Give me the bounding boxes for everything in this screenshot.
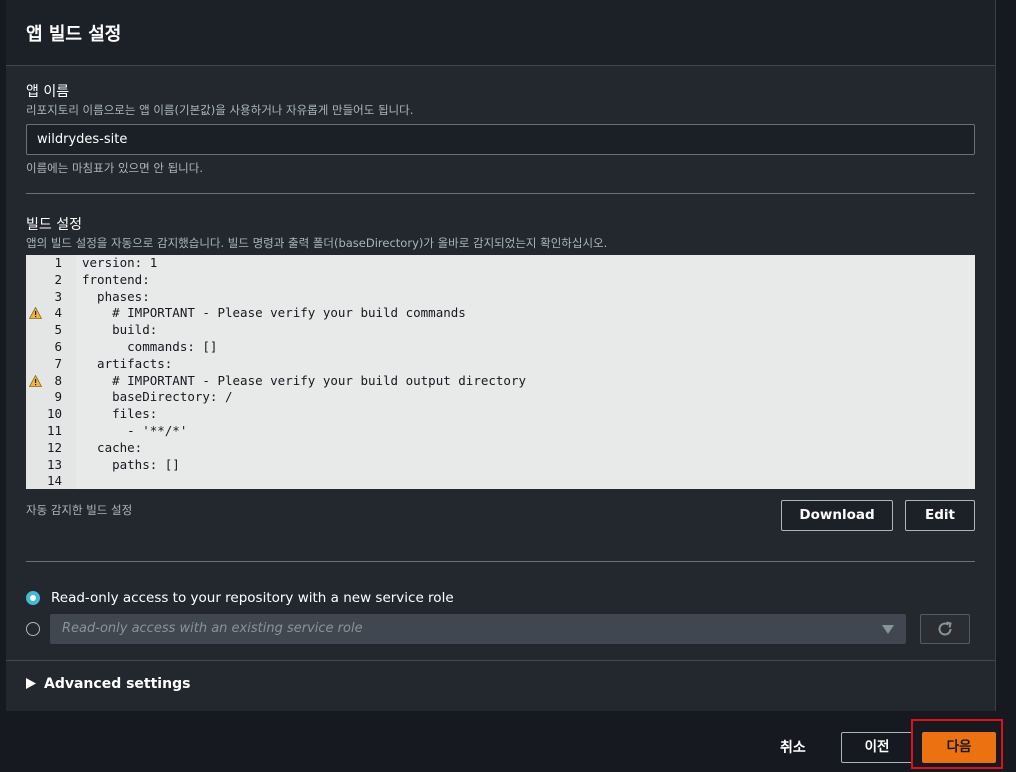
build-settings-panel: 앱 빌드 설정 앱 이름 리포지토리 이름으로는 앱 이름(기본값)을 사용하거…: [6, 0, 996, 711]
line-number: 7: [54, 355, 62, 371]
code-line: 5 build:: [26, 322, 975, 339]
code-text: artifacts:: [82, 355, 173, 371]
cancel-button[interactable]: 취소: [780, 737, 806, 757]
line-number: 2: [54, 271, 62, 287]
divider: [6, 660, 995, 661]
download-button[interactable]: Download: [781, 500, 893, 531]
line-number: 5: [54, 322, 62, 338]
app-name-input[interactable]: [26, 124, 975, 155]
page-title: 앱 빌드 설정: [26, 24, 122, 45]
divider: [26, 561, 975, 562]
build-settings-description: 앱의 빌드 설정을 자동으로 감지했습니다. 빌드 명령과 출력 폴더(base…: [26, 236, 608, 250]
select-placeholder: Read-only access with an existing servic…: [62, 621, 363, 636]
line-number: 11: [46, 423, 62, 438]
build-spec-editor[interactable]: 1 version: 1 2 frontend: 3 phases: 4 # IMPORT…: [26, 255, 975, 489]
code-text: version: 1: [82, 255, 158, 270]
code-line: 6 commands: []: [26, 339, 975, 356]
code-line: 14: [26, 473, 975, 489]
build-settings-heading: 빌드 설정 앱의 빌드 설정을 자동으로 감지했습니다. 빌드 명령과 출력 폴…: [26, 214, 975, 251]
radio-existing-service-role[interactable]: [26, 622, 40, 636]
code-line: 2 frontend:: [26, 272, 975, 289]
code-text: baseDirectory: /: [82, 389, 233, 405]
refresh-icon: [938, 621, 952, 636]
app-name-label: 앱 이름: [26, 84, 70, 100]
code-text: files:: [82, 406, 158, 422]
line-number: 13: [46, 456, 62, 472]
code-text: - '**/*': [82, 423, 188, 438]
panel-header: 앱 빌드 설정: [6, 0, 995, 66]
warning-icon: [29, 307, 42, 320]
code-line: 12 cache:: [26, 440, 975, 457]
code-line: 7 artifacts:: [26, 356, 975, 373]
line-number: 1: [54, 255, 62, 270]
radio-new-service-role[interactable]: [26, 591, 40, 605]
line-number: 3: [54, 288, 62, 304]
code-line: 8 # IMPORTANT - Please verify your build…: [26, 373, 975, 390]
code-line: 1 version: 1: [26, 255, 975, 272]
code-line: 10 files:: [26, 406, 975, 423]
app-name-description: 리포지토리 이름으로는 앱 이름(기본값)을 사용하거나 자유롭게 만들어도 됩…: [26, 103, 414, 117]
app-name-section: 앱 이름 리포지토리 이름으로는 앱 이름(기본값)을 사용하거나 자유롭게 만…: [26, 81, 975, 176]
code-text: phases:: [82, 288, 150, 304]
caret-right-icon: [26, 678, 36, 689]
caret-down-icon: [882, 625, 894, 634]
line-number: 10: [46, 406, 62, 422]
code-text: # IMPORTANT - Please verify your build c…: [82, 305, 466, 321]
build-settings-caption: 자동 감지한 빌드 설정: [26, 503, 133, 517]
line-number: 14: [46, 473, 62, 489]
build-settings-label: 빌드 설정: [26, 217, 82, 233]
code-text: build:: [82, 322, 158, 338]
code-text: frontend:: [82, 271, 150, 287]
code-text: paths: []: [82, 456, 180, 472]
next-button[interactable]: 다음: [922, 732, 996, 763]
code-line: 9 baseDirectory: /: [26, 389, 975, 406]
refresh-button[interactable]: [920, 614, 970, 644]
line-number: 12: [46, 439, 62, 455]
divider: [26, 193, 975, 194]
existing-service-role-select[interactable]: Read-only access with an existing servic…: [50, 614, 906, 644]
edit-button[interactable]: Edit: [905, 500, 975, 531]
previous-button[interactable]: 이전: [841, 732, 913, 763]
advanced-settings-toggle[interactable]: Advanced settings: [26, 676, 190, 692]
line-number: 9: [54, 389, 62, 405]
line-number: 8: [54, 372, 62, 388]
code-text: commands: []: [82, 339, 218, 354]
code-line: 4 # IMPORTANT - Please verify your build…: [26, 305, 975, 322]
line-number: 4: [54, 305, 62, 321]
code-text: cache:: [82, 439, 143, 455]
new-service-role-label[interactable]: Read-only access to your repository with…: [51, 590, 454, 606]
code-text: # IMPORTANT - Please verify your build o…: [82, 372, 527, 388]
app-name-hint: 이름에는 마침표가 있으면 안 됩니다.: [26, 161, 203, 175]
code-line: 13 paths: []: [26, 457, 975, 474]
advanced-settings-label: Advanced settings: [44, 676, 191, 692]
code-line: 11 - '**/*': [26, 423, 975, 440]
warning-icon: [29, 374, 42, 387]
code-line: 3 phases:: [26, 289, 975, 306]
line-number: 6: [54, 339, 62, 354]
